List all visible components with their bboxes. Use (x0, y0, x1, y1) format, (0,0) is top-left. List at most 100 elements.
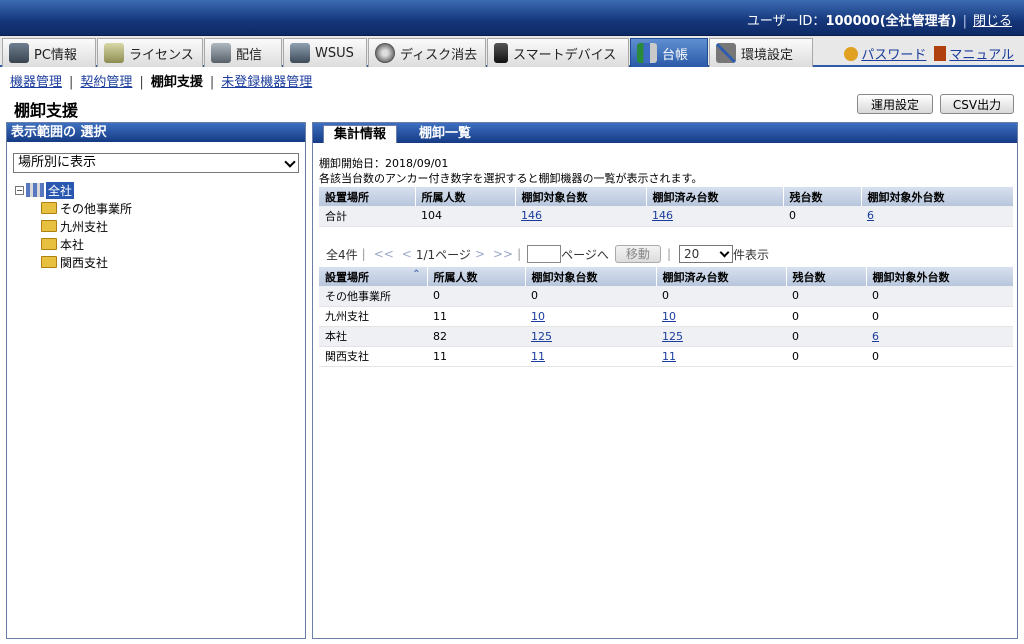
cell: 0 (427, 286, 525, 307)
tab-wsus[interactable]: WSUS (283, 38, 367, 67)
col-header[interactable]: 残台数 (786, 267, 867, 286)
tab-environment-settings[interactable]: 環境設定 (709, 38, 813, 67)
tab-smart-device[interactable]: スマートデバイス (487, 38, 629, 67)
last-page-button[interactable]: >> (493, 247, 513, 261)
tab-license[interactable]: ライセンス (97, 38, 203, 67)
pager-separator: | (361, 247, 366, 261)
col-header: 棚卸対象台数 (515, 187, 647, 206)
count-link[interactable]: 11 (531, 350, 545, 363)
logout-link[interactable]: 閉じる (973, 14, 1012, 29)
folder-icon (41, 256, 57, 268)
subnav-device-management[interactable]: 機器管理 (10, 75, 62, 90)
password-link[interactable]: パスワード (861, 44, 926, 63)
tab-label: ライセンス (129, 47, 194, 63)
operation-settings-button[interactable]: 運用設定 (857, 94, 933, 114)
display-mode-select[interactable]: 場所別に表示 (13, 153, 299, 173)
chevron-down-icon (719, 247, 730, 258)
col-header[interactable]: 所属人数 (427, 267, 526, 286)
distribution-icon (211, 43, 231, 63)
subnav-contract-management[interactable]: 契約管理 (80, 75, 132, 90)
tab-ledger[interactable]: 台帳 (630, 38, 708, 67)
col-header: 所属人数 (415, 187, 516, 206)
tab-pc-info[interactable]: PC情報 (2, 38, 96, 67)
user-id-label: ユーザーID： (746, 14, 826, 29)
user-info: ユーザーID：100000(全社管理者) | 閉じる (747, 10, 1012, 29)
ledger-icon (637, 43, 657, 63)
tree-item-label: その他事業所 (60, 201, 133, 216)
cell: 11 (525, 346, 656, 367)
table-row: 関西支社 11 11 11 0 0 (319, 346, 1013, 367)
per-page-label: 件表示 (732, 247, 769, 262)
total-excluded-link[interactable]: 6 (867, 209, 874, 222)
page-size-select[interactable]: 20 (678, 245, 733, 263)
cell: 0 (656, 286, 786, 307)
tab-inventory-list[interactable]: 棚卸一覧 (409, 125, 481, 143)
cell: 104 (415, 206, 515, 227)
cell: 0 (786, 346, 866, 367)
count-link[interactable]: 125 (662, 330, 683, 343)
content-tab-bar: 集計情報 棚卸一覧 (313, 123, 1017, 143)
csv-export-button[interactable]: CSV出力 (940, 94, 1014, 114)
header-separator: | (962, 14, 967, 29)
tree-item[interactable]: その他事業所 (15, 199, 132, 217)
count-link[interactable]: 11 (662, 350, 676, 363)
page-indicator: 1/1ページ (415, 247, 471, 262)
manual-book-icon (934, 46, 947, 61)
cell: 11 (427, 346, 525, 367)
table-row: 本社 82 125 125 0 6 (319, 326, 1013, 347)
next-page-button[interactable]: > (475, 247, 485, 261)
cell: 九州支社 (319, 306, 427, 327)
cell: 0 (866, 306, 1013, 327)
wsus-icon (290, 43, 310, 63)
cell: 0 (786, 326, 866, 347)
location-list-table: 設置場所 ⌃ 所属人数 棚卸対象台数 棚卸済み台数 残台数 棚卸対象外台数 その他… (319, 267, 1014, 367)
cell: 本社 (319, 326, 427, 347)
col-header[interactable]: 棚卸対象台数 (525, 267, 657, 286)
count-link[interactable]: 10 (531, 310, 545, 323)
tab-label: 配信 (236, 47, 263, 63)
col-header[interactable]: 棚卸対象外台数 (866, 267, 1014, 286)
subnav-separator: | (209, 75, 215, 90)
summary-header-row: 設置場所 所属人数 棚卸対象台数 棚卸済み台数 残台数 棚卸対象外台数 (319, 187, 1014, 206)
tree-item[interactable]: 本社 (15, 235, 132, 253)
total-done-link[interactable]: 146 (652, 209, 673, 222)
pagination-bar: 全4件 | << < 1/1ページ > >> | ページへ 移動 | 20 件表示 (326, 245, 769, 263)
tab-label: ディスク消去 (400, 47, 478, 63)
tab-distribution[interactable]: 配信 (204, 38, 282, 67)
page-number-input[interactable] (527, 245, 562, 263)
tab-label: PC情報 (34, 47, 77, 63)
location-tree: − 全社 その他事業所 九州支社 本社 関西支社 (15, 181, 132, 271)
cell: 0 (786, 286, 866, 307)
subnav-inventory-support: 棚卸支援 (150, 75, 203, 90)
cell: 合計 (319, 206, 415, 227)
first-page-button[interactable]: << (374, 247, 394, 261)
smartphone-icon (494, 43, 508, 63)
tab-disk-erase[interactable]: ディスク消去 (368, 38, 486, 67)
key-icon (844, 46, 859, 61)
total-target-link[interactable]: 146 (521, 209, 542, 222)
count-link[interactable]: 10 (662, 310, 676, 323)
manual-link[interactable]: マニュアル (949, 44, 1014, 63)
page-title: 棚卸支援 (14, 101, 79, 120)
col-header-location[interactable]: 設置場所 ⌃ (319, 267, 428, 286)
tab-summary[interactable]: 集計情報 (323, 125, 398, 143)
cell: 0 (783, 206, 861, 227)
count-link[interactable]: 125 (531, 330, 552, 343)
count-link[interactable]: 6 (872, 330, 879, 343)
prev-page-button[interactable]: < (402, 247, 412, 261)
subnav-unregistered-devices[interactable]: 未登録機器管理 (221, 75, 312, 90)
move-button[interactable]: 移動 (614, 245, 661, 263)
tree-item-label: 本社 (60, 237, 85, 252)
tree-item[interactable]: 九州支社 (15, 217, 132, 235)
col-header[interactable]: 棚卸済み台数 (656, 267, 787, 286)
collapse-icon[interactable]: − (15, 185, 24, 195)
app-header: ユーザーID：100000(全社管理者) | 閉じる (0, 0, 1024, 36)
tree-item[interactable]: 関西支社 (15, 253, 132, 271)
main-tab-bar: PC情報 ライセンス 配信 WSUS ディスク消去 スマートデバイス 台帳 環境… (0, 36, 1024, 67)
total-count: 全4件 (326, 247, 358, 262)
cell: 0 (786, 306, 866, 327)
cell: 82 (427, 326, 525, 347)
cell: 関西支社 (319, 346, 427, 367)
cell: 125 (525, 326, 656, 347)
tree-root-all-company[interactable]: 全社 (46, 181, 75, 199)
